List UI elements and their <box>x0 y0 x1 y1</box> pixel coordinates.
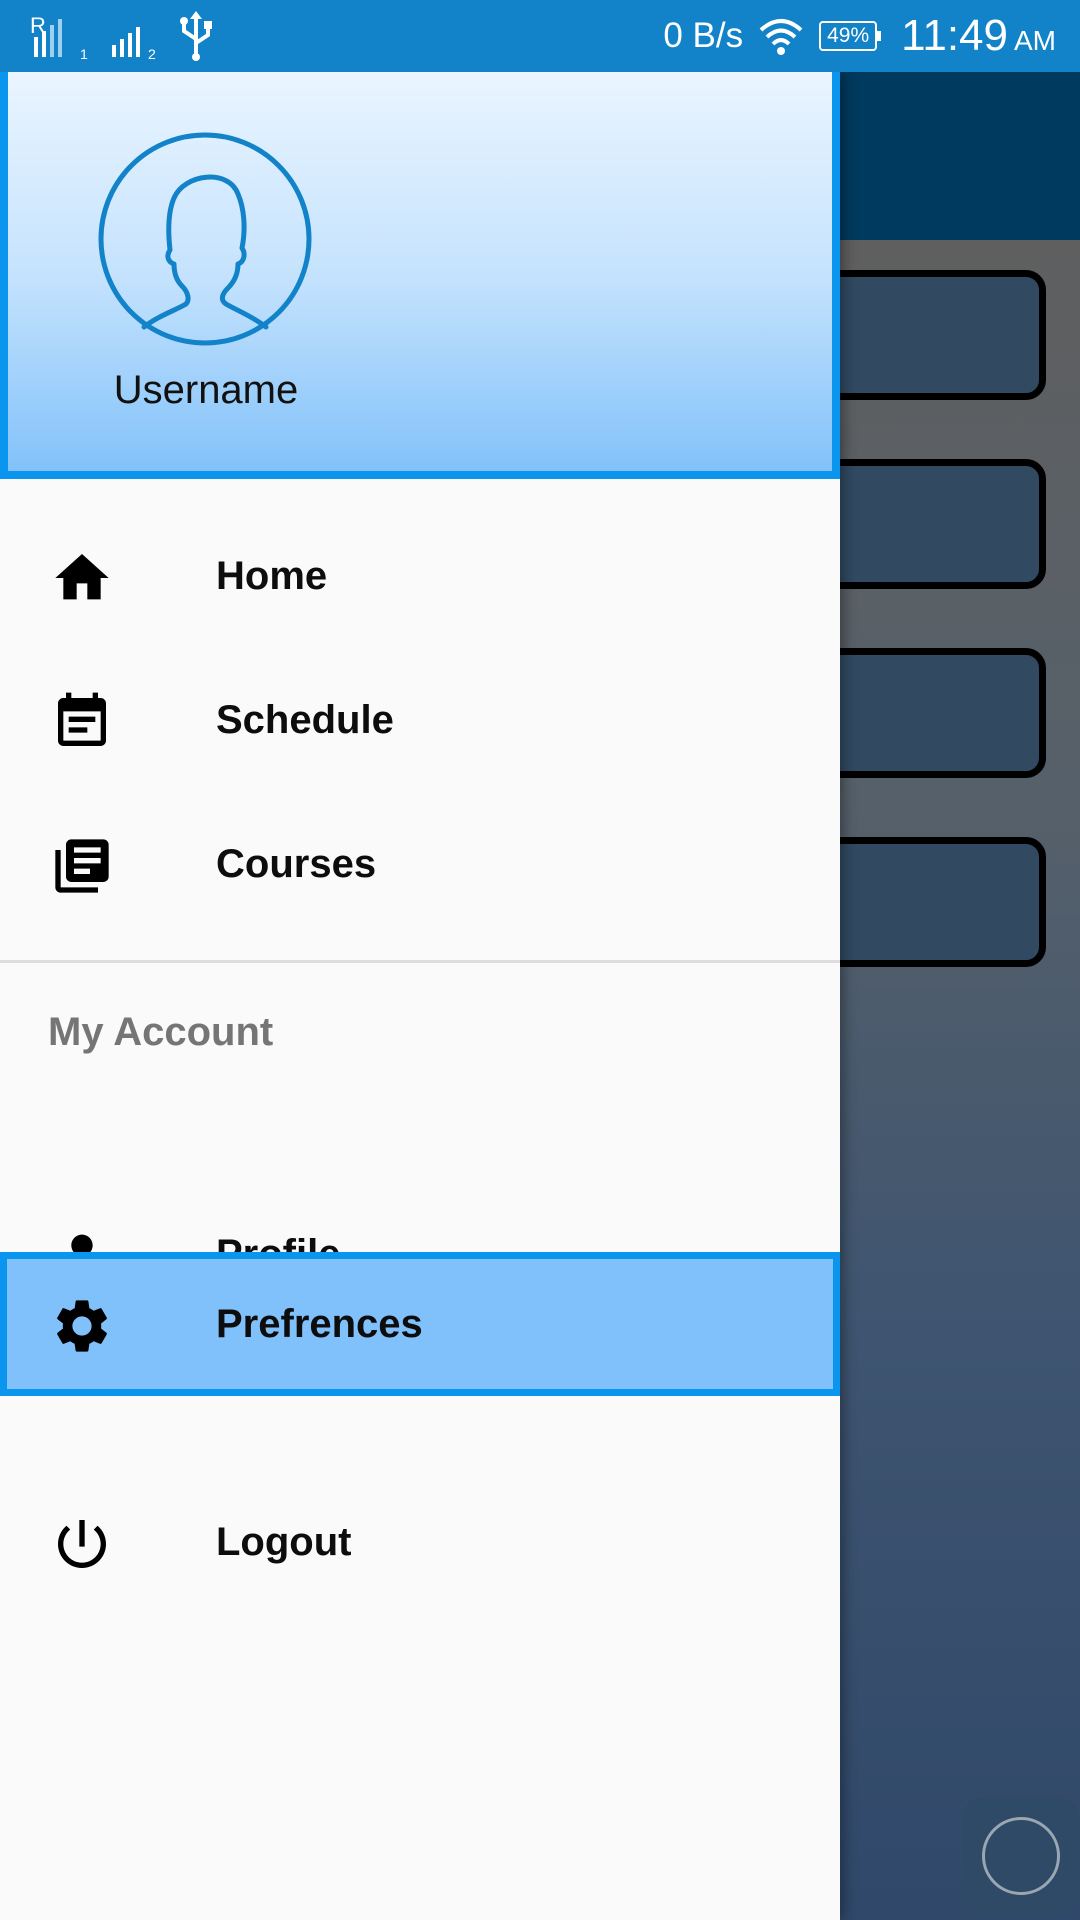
menu-item-label: Schedule <box>216 698 394 742</box>
signal-sim1-icon: R 1 <box>30 13 88 61</box>
drawer-header: Username <box>0 72 840 479</box>
avatar[interactable] <box>98 132 312 346</box>
usb-icon <box>180 11 212 61</box>
username-label: Username <box>113 368 299 412</box>
courses-icon <box>55 839 109 893</box>
menu-item-label: Courses <box>216 842 377 886</box>
schedule-icon <box>58 692 106 746</box>
battery-indicator: 49% <box>819 21 882 51</box>
clock-time: 11:49 <box>901 11 1008 60</box>
menu-item-label: Prefrences <box>216 1302 423 1346</box>
wifi-icon <box>759 19 803 55</box>
menu-item-logout[interactable]: Logout <box>0 1470 840 1614</box>
menu-item-label: Logout <box>216 1520 352 1564</box>
navigation-drawer: Username Home Schedule Courses My Accoun… <box>0 72 840 1920</box>
divider <box>0 960 840 963</box>
status-info: 0 B/s 49% 11:49 AM <box>663 0 1056 72</box>
section-title-my-account: My Account <box>48 1010 274 1054</box>
clock-ampm: AM <box>1014 25 1056 56</box>
network-speed: 0 B/s <box>663 16 744 55</box>
svg-text:2: 2 <box>148 46 156 61</box>
menu-item-preferences[interactable]: Prefrences <box>0 1252 840 1396</box>
menu-item-label: Home <box>216 554 328 598</box>
menu-item-courses[interactable]: Courses <box>0 792 840 936</box>
menu-item-home[interactable]: Home <box>0 504 840 648</box>
menu-item-schedule[interactable]: Schedule <box>0 648 840 792</box>
floating-home-button[interactable] <box>962 1797 1080 1915</box>
power-icon <box>58 1520 106 1568</box>
circle-icon <box>982 1817 1060 1895</box>
signal-sim2-icon: 2 <box>112 27 156 61</box>
gear-icon <box>57 1300 107 1352</box>
clock: 11:49 AM <box>891 11 1056 61</box>
svg-text:1: 1 <box>80 46 88 61</box>
home-icon <box>55 554 109 600</box>
status-bar: R 1 2 0 B/s 49% 11:49 AM <box>0 0 1080 72</box>
status-indicators: R 1 2 <box>30 10 216 62</box>
